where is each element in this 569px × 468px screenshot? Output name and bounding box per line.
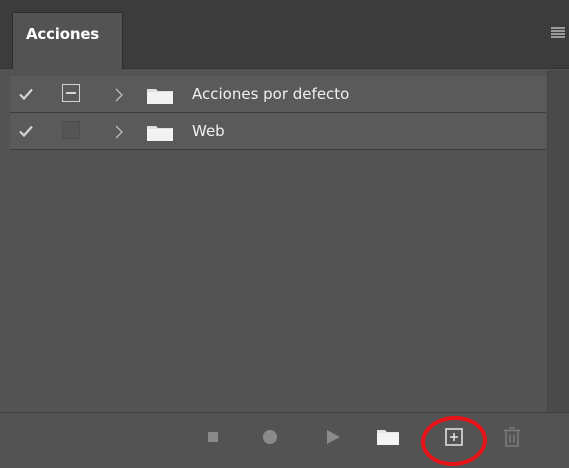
action-set-label: Web bbox=[192, 122, 225, 140]
chevron-right-icon[interactable] bbox=[112, 87, 126, 103]
actions-panel: Acciones Acciones por defecto Web bbox=[0, 0, 569, 468]
new-set-folder-icon bbox=[377, 430, 399, 445]
dialog-toggle-icon[interactable] bbox=[62, 121, 80, 139]
panel-tab-bar: Acciones bbox=[0, 0, 569, 69]
play-icon bbox=[327, 430, 340, 444]
folder-icon bbox=[147, 89, 173, 104]
checkmark-icon[interactable] bbox=[18, 86, 34, 102]
trash-icon bbox=[504, 427, 520, 447]
list-scrollbar[interactable] bbox=[547, 70, 569, 412]
action-set-row[interactable]: Acciones por defecto bbox=[10, 76, 546, 113]
delete-button[interactable] bbox=[500, 425, 524, 449]
dialog-toggle-icon[interactable] bbox=[62, 84, 80, 102]
new-set-button[interactable] bbox=[376, 425, 400, 449]
tab-label: Acciones bbox=[26, 25, 100, 43]
record-button[interactable] bbox=[258, 425, 282, 449]
checkmark-icon[interactable] bbox=[18, 123, 34, 139]
play-button[interactable] bbox=[321, 425, 345, 449]
hamburger-menu-icon[interactable] bbox=[551, 27, 565, 38]
stop-icon bbox=[208, 432, 218, 442]
tab-acciones[interactable]: Acciones bbox=[12, 12, 123, 69]
record-icon bbox=[263, 430, 277, 444]
folder-icon bbox=[147, 126, 173, 141]
action-set-row[interactable]: Web bbox=[10, 113, 546, 150]
action-set-label: Acciones por defecto bbox=[192, 85, 350, 103]
stop-button[interactable] bbox=[201, 425, 225, 449]
chevron-right-icon[interactable] bbox=[112, 124, 126, 140]
